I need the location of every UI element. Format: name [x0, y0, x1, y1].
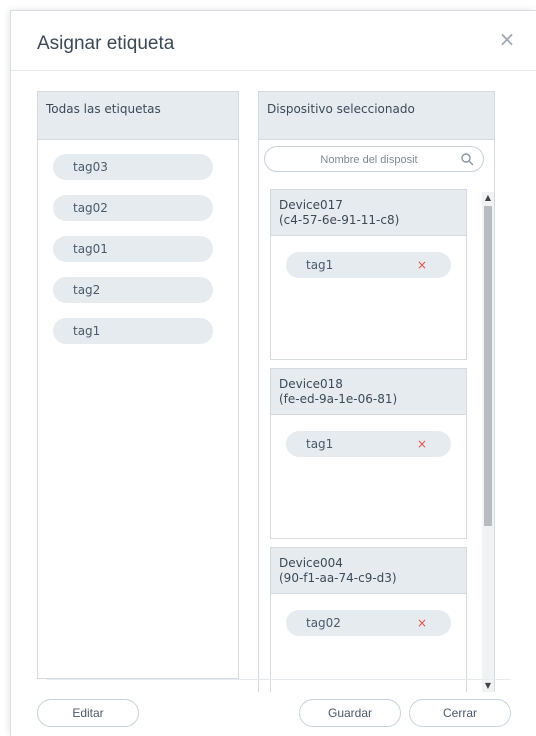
- device-card: Device018 (fe-ed-9a-1e-06-81) tag1 ×: [270, 368, 467, 539]
- tag-item[interactable]: tag03: [53, 154, 213, 180]
- device-mac: (fe-ed-9a-1e-06-81): [279, 392, 398, 406]
- device-tag: tag1 ×: [286, 252, 451, 278]
- close-button[interactable]: Cerrar: [409, 699, 511, 727]
- device-mac: (90-f1-aa-74-c9-d3): [279, 571, 397, 585]
- device-card: Device017 (c4-57-6e-91-11-c8) tag1 ×: [270, 189, 467, 360]
- device-name: Device004: [279, 556, 343, 570]
- device-tag-label: tag02: [306, 616, 341, 630]
- tag-item[interactable]: tag02: [53, 195, 213, 221]
- device-search: [264, 146, 484, 172]
- tag-item[interactable]: tag2: [53, 277, 213, 303]
- scroll-up-arrow-icon[interactable]: ▲: [482, 192, 494, 204]
- edit-button[interactable]: Editar: [37, 699, 139, 727]
- device-tag: tag02 ×: [286, 610, 451, 636]
- device-card: Device004 (90-f1-aa-74-c9-d3) tag02 ×: [270, 547, 467, 692]
- device-search-input[interactable]: [287, 150, 451, 170]
- scroll-down-arrow-icon[interactable]: ▼: [482, 680, 494, 692]
- device-list-scrollbar[interactable]: ▲ ▼: [482, 192, 494, 692]
- scroll-thumb[interactable]: [484, 206, 492, 526]
- device-header: Device004 (90-f1-aa-74-c9-d3): [271, 548, 466, 594]
- dialog-title: Asignar etiqueta: [37, 33, 175, 54]
- device-name: Device017: [279, 198, 343, 212]
- all-tags-panel: Todas las etiquetas tag03 tag02 tag01 ta…: [37, 91, 239, 679]
- device-mac: (c4-57-6e-91-11-c8): [279, 213, 400, 227]
- remove-tag-icon[interactable]: ×: [417, 252, 427, 278]
- device-name: Device018: [279, 377, 343, 391]
- remove-tag-icon[interactable]: ×: [417, 431, 427, 457]
- all-tags-header: Todas las etiquetas: [38, 92, 238, 140]
- save-button[interactable]: Guardar: [299, 699, 401, 727]
- device-tag-label: tag1: [306, 258, 334, 272]
- device-header: Device018 (fe-ed-9a-1e-06-81): [271, 369, 466, 415]
- remove-tag-icon[interactable]: ×: [417, 610, 427, 636]
- device-header: Device017 (c4-57-6e-91-11-c8): [271, 190, 466, 236]
- tag-item[interactable]: tag1: [53, 318, 213, 344]
- footer-divider: [47, 679, 511, 680]
- selected-device-header: Dispositivo seleccionado: [259, 92, 494, 140]
- assign-tag-dialog: Asignar etiqueta × Todas las etiquetas t…: [10, 10, 536, 736]
- selected-device-panel: Dispositivo seleccionado Device017 (c4-5…: [258, 91, 495, 692]
- search-icon[interactable]: [460, 152, 474, 166]
- device-tag: tag1 ×: [286, 431, 451, 457]
- device-tag-label: tag1: [306, 437, 334, 451]
- tag-item[interactable]: tag01: [53, 236, 213, 262]
- close-icon[interactable]: ×: [497, 29, 517, 49]
- header-divider: [11, 70, 536, 71]
